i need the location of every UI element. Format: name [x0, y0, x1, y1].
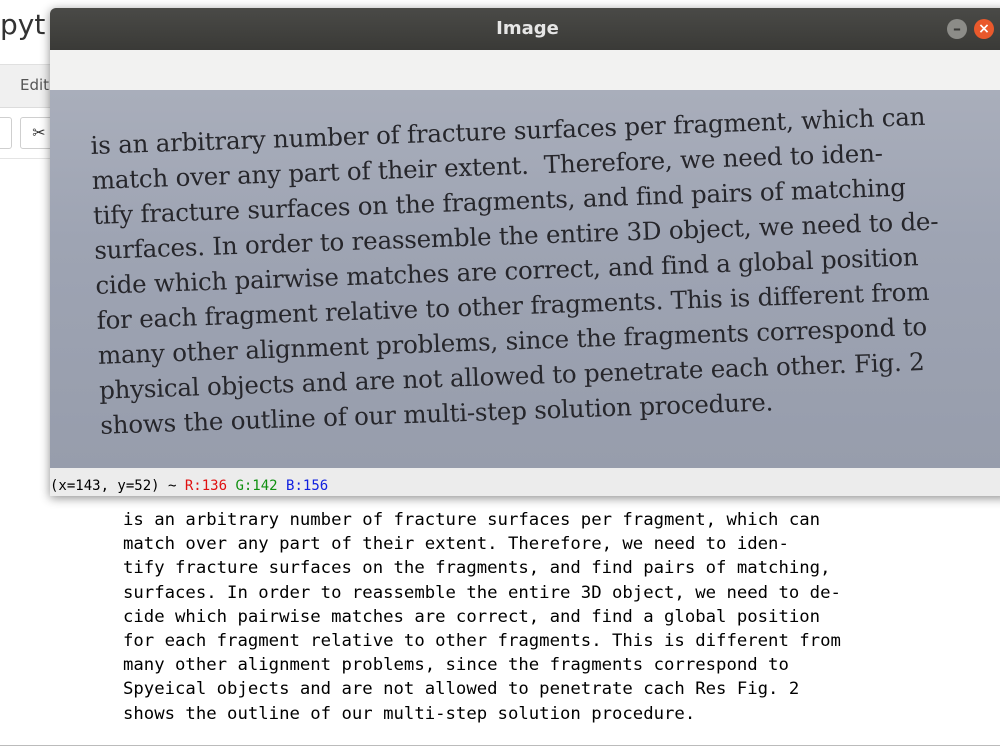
output-line: tify fracture surfaces on the fragments,…	[123, 558, 831, 579]
output-line: many other alignment problems, since the…	[123, 655, 789, 676]
window-title: Image	[496, 18, 559, 39]
output-line: cide which pairwise matches are correct,…	[123, 606, 821, 627]
output-line: surfaces. In order to reassemble the ent…	[123, 582, 841, 603]
output-line: match over any part of their extent. The…	[123, 534, 789, 555]
image-window[interactable]: Image – × is an arbitrary number of frac…	[50, 8, 1000, 496]
output-line: for each fragment relative to other frag…	[123, 631, 841, 652]
cursor-coordinates: (x=143, y=52) ~	[50, 478, 185, 494]
minimize-button[interactable]: –	[947, 19, 967, 39]
scissors-icon: ✂	[32, 123, 46, 142]
image-canvas[interactable]: is an arbitrary number of fracture surfa…	[50, 90, 1000, 468]
pixel-blue-value: B:156	[286, 478, 329, 494]
cell-output-text: is an arbitrary number of fracture surfa…	[123, 508, 841, 726]
close-icon: ×	[978, 21, 990, 37]
status-bar: (x=143, y=52) ~ R:136 G:142 B:156	[50, 468, 1000, 496]
divider	[0, 745, 1000, 746]
minimize-icon: –	[953, 19, 961, 38]
pixel-green-value: G:142	[235, 478, 278, 494]
window-titlebar[interactable]: Image – ×	[50, 8, 1000, 50]
close-button[interactable]: ×	[974, 19, 994, 39]
output-line: shows the outline of our multi-step solu…	[123, 703, 696, 724]
window-toolbar	[50, 50, 1000, 91]
output-line: Spyeical objects and are not allowed to …	[123, 679, 800, 700]
toolbar-button[interactable]	[0, 117, 12, 149]
scanned-text-image: is an arbitrary number of fracture surfa…	[90, 99, 945, 443]
pixel-red-value: R:136	[184, 478, 228, 494]
app-title: pyt	[0, 8, 46, 41]
output-line: is an arbitrary number of fracture surfa…	[123, 510, 821, 530]
menu-item-edit[interactable]: Edit	[20, 76, 49, 94]
